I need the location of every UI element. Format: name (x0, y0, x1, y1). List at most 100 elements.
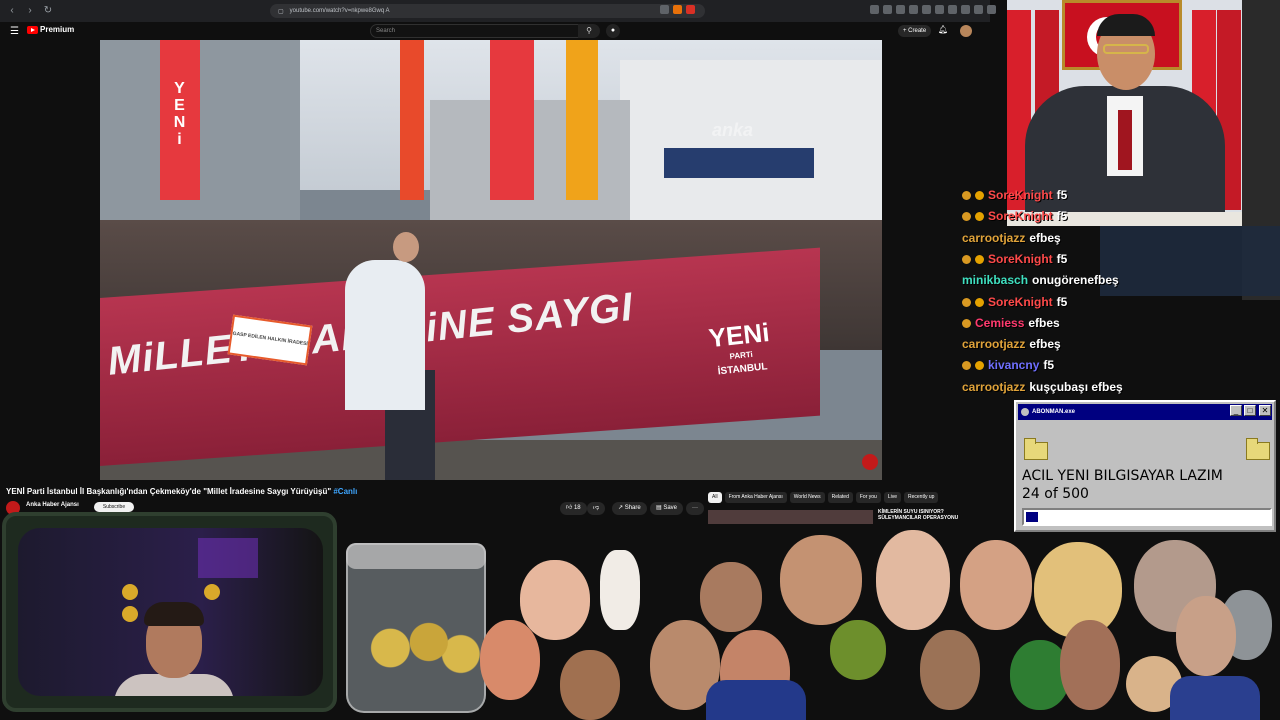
notifications-bell-icon[interactable]: 🔔︎ (938, 25, 948, 34)
chat-badge-icon (962, 190, 971, 200)
chat-message: SoreKnight f5 (962, 206, 1067, 226)
filter-chip[interactable]: Recently up (904, 492, 939, 503)
search-icon: ⚲ (586, 26, 592, 35)
donation-goal-window: ABONMAN.exe _ □ ✕ ACIL YENI BILGISAYAR L… (1014, 400, 1276, 532)
filter-chip[interactable]: Related (827, 492, 853, 503)
dislike-button[interactable]: 👎︎ (587, 502, 606, 515)
gauge-decoration (122, 584, 138, 600)
chat-message: SoreKnight f5 (962, 292, 1067, 312)
extension-icon[interactable] (909, 5, 918, 14)
extension-icon[interactable] (948, 5, 957, 14)
search-button[interactable]: ⚲ (578, 24, 600, 38)
collage-face (560, 650, 620, 720)
chat-message: SoreKnight f5 (962, 249, 1067, 269)
filter-chip[interactable]: World News (789, 492, 825, 503)
extension-icon[interactable] (870, 5, 879, 14)
video-building (100, 40, 300, 230)
filter-chip[interactable]: Live (883, 492, 901, 503)
share-label: Share (624, 505, 641, 511)
create-button[interactable]: + Create (898, 25, 932, 37)
menu-icon[interactable]: ☰ (10, 26, 19, 37)
extension-icons (660, 5, 695, 14)
share-icon: ↗ (618, 505, 624, 511)
goal-progress-bar (1022, 508, 1272, 526)
streamer-webcam (18, 528, 323, 696)
gauge-decoration (204, 584, 220, 600)
chat-username[interactable]: Cemiess (975, 316, 1024, 330)
extension-icon[interactable] (883, 5, 892, 14)
recommendation-title[interactable]: KİMLERİN SUYU ISINIYOR? SÜLEYMANCILAR OP… (878, 509, 978, 521)
youtube-logo[interactable]: Premium (27, 25, 74, 34)
extension-icon[interactable] (922, 5, 931, 14)
chat-username[interactable]: carrootjazz (962, 231, 1025, 245)
avatar[interactable] (960, 25, 972, 37)
chat-message-text: f5 (1056, 295, 1068, 309)
chat-username[interactable]: SoreKnight (988, 295, 1053, 309)
extension-icon[interactable] (896, 5, 905, 14)
video-shop-sign (664, 148, 814, 178)
thumbs-up-icon: 👍︎ (566, 505, 573, 511)
chat-message: carrootjazz kuşçubaşı efbeş (962, 377, 1123, 397)
channel-name[interactable]: Anka Haber Ajansı (26, 502, 79, 508)
collage-face (876, 530, 950, 630)
extension-icon[interactable] (974, 5, 983, 14)
collage-face (830, 620, 886, 680)
subscribe-button[interactable]: Subscribe (94, 502, 134, 512)
chat-badge-icon (975, 211, 984, 221)
extension-icon[interactable] (660, 5, 669, 14)
chat-username[interactable]: SoreKnight (988, 252, 1053, 266)
mic-icon: ● (610, 27, 616, 34)
close-icon[interactable]: ✕ (1259, 405, 1271, 416)
search-input[interactable]: Search (370, 24, 580, 38)
share-button[interactable]: ↗ Share (612, 502, 647, 515)
video-player[interactable]: YENi MiLLET iRADESiNE SAYGI YENi PARTi İ… (100, 40, 882, 480)
minimize-icon[interactable]: _ (1230, 405, 1242, 416)
live-hashtag[interactable]: #Canlı (333, 487, 357, 496)
chat-username[interactable]: SoreKnight (988, 188, 1053, 202)
chat-badge-icon (975, 190, 984, 200)
channel-watermark-icon (862, 454, 878, 470)
extension-icon[interactable] (961, 5, 970, 14)
reload-icon[interactable]: ↻ (42, 5, 54, 17)
url-text: youtube.com/watch?v=nkpwe8Gwq A (289, 8, 390, 14)
chat-username[interactable]: carrootjazz (962, 337, 1025, 351)
chat-badge-icon (962, 211, 971, 221)
jar-contents (352, 618, 480, 678)
chat-username[interactable]: SoreKnight (988, 209, 1053, 223)
save-icon: ▤ (656, 505, 662, 511)
recommendation-chips: All From Anka Haber Ajansı World News Relat… (708, 492, 939, 503)
maximize-icon[interactable]: □ (1244, 405, 1256, 416)
filter-chip[interactable]: From Anka Haber Ajansı (724, 492, 787, 503)
filter-chip[interactable]: All (708, 492, 722, 503)
address-bar[interactable]: ▢ youtube.com/watch?v=nkpwe8Gwq A (270, 4, 705, 18)
more-actions-button[interactable]: ··· (686, 502, 704, 515)
recommendation-thumbnail[interactable] (708, 510, 873, 524)
save-button[interactable]: ▤ Save (650, 502, 684, 515)
chat-username[interactable]: carrootjazz (962, 380, 1025, 394)
chat-username[interactable]: kivancny (988, 358, 1039, 372)
collage-face (780, 535, 862, 625)
chat-username[interactable]: minikbasch (962, 273, 1028, 287)
extension-icon[interactable] (987, 5, 996, 14)
chat-message-text: onugörenefbeş (1032, 273, 1119, 287)
folder-icon (1024, 438, 1048, 460)
extension-icon[interactable] (935, 5, 944, 14)
goal-progress-fill (1026, 512, 1038, 522)
stream-layout: ‹ › ↻ ▢ youtube.com/watch?v=nkpwe8Gwq A … (0, 0, 1280, 720)
like-button[interactable]: 👍︎ 18 (560, 502, 587, 515)
video-person (345, 260, 425, 410)
forward-icon[interactable]: › (24, 5, 36, 17)
voice-search-button[interactable]: ● (606, 24, 620, 38)
guest-glasses (1103, 44, 1149, 54)
extension-icon[interactable] (673, 5, 682, 14)
back-icon[interactable]: ‹ (6, 5, 18, 17)
goal-count: 24 of 500 (1022, 486, 1089, 502)
video-title-text: YENİ Parti İstanbul İl Başkanlığı'ndan Ç… (6, 487, 332, 496)
filter-chip[interactable]: For you (855, 492, 881, 503)
chat-badge-icon (962, 318, 971, 328)
chat-message-text: f5 (1056, 209, 1068, 223)
chat-message: kivancny f5 (962, 355, 1054, 375)
chat-message-text: f5 (1043, 358, 1055, 372)
extension-icon[interactable] (686, 5, 695, 14)
like-count: 18 (573, 505, 581, 511)
